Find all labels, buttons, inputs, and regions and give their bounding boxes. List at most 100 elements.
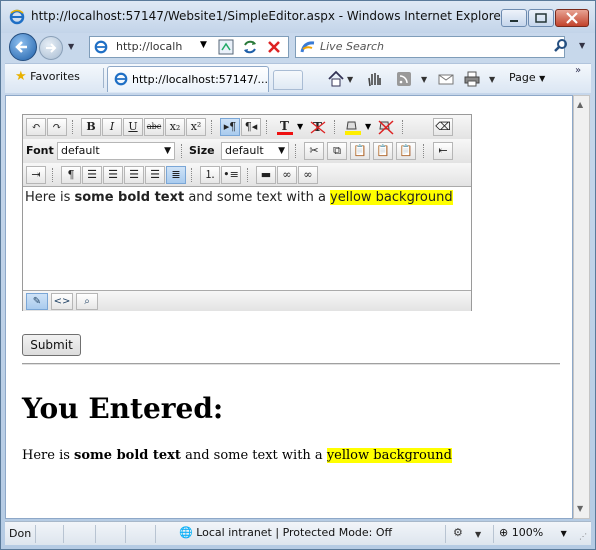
zoom-control[interactable]: ⊕ 100% ▼ <box>499 526 567 539</box>
align-right-icon: ☰ <box>129 168 139 181</box>
status-divider <box>35 525 36 543</box>
paragraph-mark-icon: ¶ <box>67 168 75 181</box>
submit-button[interactable]: Submit <box>22 334 81 356</box>
align-left-button[interactable]: ☰ <box>82 166 102 184</box>
close-button[interactable] <box>555 9 589 27</box>
size-select-value: default <box>225 144 264 157</box>
new-tab-button[interactable] <box>273 70 303 90</box>
paste-button[interactable]: 📋 <box>350 142 370 160</box>
subscript-button[interactable]: x₂ <box>165 118 185 136</box>
insert-link-button[interactable]: ∞ <box>277 166 297 184</box>
forward-button[interactable] <box>39 36 63 60</box>
html-code-icon: <> <box>53 296 71 307</box>
paste-text-icon: 📋 <box>376 144 390 157</box>
protected-mode-icon[interactable]: ⚙ <box>453 526 463 539</box>
stop-icon[interactable] <box>263 36 285 58</box>
font-select[interactable]: default ▼ <box>57 142 175 160</box>
print-dropdown-icon[interactable]: ▼ <box>489 75 495 84</box>
vertical-scrollbar[interactable]: ▲ ▼ <box>573 95 590 519</box>
hand-tool-icon[interactable] <box>365 70 383 88</box>
toolbar-separator <box>72 120 73 134</box>
rtl-direction-button[interactable]: ¶◂ <box>241 118 261 136</box>
undo-button[interactable]: ↶ <box>26 118 46 136</box>
remove-background-color-button[interactable] <box>376 118 396 136</box>
align-center-button[interactable]: ☰ <box>103 166 123 184</box>
status-bar: Don 🌐 Local intranet | Protected Mode: O… <box>5 521 591 545</box>
justify-button[interactable]: ☰ <box>145 166 165 184</box>
copy-icon: ⧉ <box>333 144 341 157</box>
preview-mode-button[interactable]: ⌕ <box>76 293 98 310</box>
page-menu[interactable]: Page ▼ <box>509 71 545 84</box>
status-divider <box>125 525 126 543</box>
read-mail-icon[interactable] <box>437 70 455 88</box>
protected-mode-dropdown-icon[interactable]: ▼ <box>475 530 481 539</box>
copy-button[interactable]: ⧉ <box>327 142 347 160</box>
home-dropdown-icon[interactable]: ▼ <box>347 75 353 84</box>
close-icon <box>566 12 578 24</box>
refresh-icon[interactable] <box>239 36 261 58</box>
remove-alignment-button[interactable]: ≣ <box>166 166 186 184</box>
decrease-indent-button[interactable]: ⇤ <box>433 142 453 160</box>
editor-toolbar-row-2: Font default ▼ Size default ▼ ✂ ⧉ 📋 📋 📋 <box>23 139 471 163</box>
remove-link-button[interactable]: ∞ <box>298 166 318 184</box>
superscript-button[interactable]: x² <box>186 118 206 136</box>
browser-tab[interactable]: http://localhost:57147/... <box>107 66 269 92</box>
increase-indent-button[interactable]: ⇥ <box>26 166 46 184</box>
redo-button[interactable]: ↷ <box>47 118 67 136</box>
scroll-up-icon[interactable]: ▲ <box>577 100 583 109</box>
maximize-button[interactable] <box>528 9 554 27</box>
resize-grip-icon[interactable]: ⋰ <box>579 532 587 541</box>
toolbar-separator <box>191 168 192 182</box>
ltr-direction-button[interactable]: ▸¶ <box>220 118 240 136</box>
print-icon[interactable] <box>463 70 481 88</box>
compatibility-icon[interactable] <box>215 36 237 58</box>
font-select-value: default <box>61 144 100 157</box>
favorites-button[interactable]: ★ Favorites <box>15 69 80 84</box>
align-right-button[interactable]: ☰ <box>124 166 144 184</box>
feeds-dropdown-icon[interactable]: ▼ <box>421 75 427 84</box>
editor-bold-text: some bold text <box>74 190 185 205</box>
search-box[interactable]: Live Search <box>295 36 565 58</box>
size-select[interactable]: default ▼ <box>221 142 289 160</box>
scroll-down-icon[interactable]: ▼ <box>577 504 583 513</box>
html-mode-button[interactable]: <> <box>51 293 73 310</box>
bullet-list-button[interactable]: •≡ <box>221 166 241 184</box>
search-options-dropdown-icon[interactable]: ▼ <box>579 41 585 50</box>
editor-toolbar-row-3: ⇥ ¶ ☰ ☰ ☰ ☰ ≣ ⒈ •≡ ▬ ∞ ∞ <box>23 163 471 187</box>
paste-word-button[interactable]: 📋 <box>396 142 416 160</box>
font-color-dropdown-icon[interactable]: ▼ <box>297 122 303 131</box>
horizontal-rule-button[interactable]: ▬ <box>256 166 276 184</box>
minimize-button[interactable] <box>501 9 527 27</box>
address-dropdown-icon[interactable]: ▼ <box>200 40 207 50</box>
paste-text-button[interactable]: 📋 <box>373 142 393 160</box>
compat-view-button[interactable] <box>129 36 151 58</box>
home-icon[interactable] <box>327 70 345 88</box>
zoom-level: 100% <box>511 526 544 539</box>
browser-window: http://localhost:57147/Website1/SimpleEd… <box>0 0 596 550</box>
bold-button[interactable]: B <box>81 118 101 136</box>
font-color-button[interactable]: T <box>275 118 295 136</box>
italic-icon: I <box>109 120 115 133</box>
clear-formatting-button[interactable]: ⌫ <box>433 118 453 136</box>
rtl-paragraph-icon: ¶◂ <box>244 120 258 133</box>
cut-button[interactable]: ✂ <box>304 142 324 160</box>
strikethrough-button[interactable]: abc <box>144 118 164 136</box>
underline-button[interactable]: U <box>123 118 143 136</box>
remove-font-color-button[interactable]: T <box>308 118 328 136</box>
background-color-button[interactable] <box>343 118 363 136</box>
italic-button[interactable]: I <box>102 118 122 136</box>
ordered-list-button[interactable]: ⒈ <box>200 166 220 184</box>
rss-feeds-icon[interactable] <box>395 70 413 88</box>
background-color-dropdown-icon[interactable]: ▼ <box>365 122 371 131</box>
back-button[interactable] <box>9 33 37 61</box>
editor-content-area[interactable]: Here is some bold text and some text wit… <box>23 188 471 290</box>
history-dropdown-icon[interactable]: ▼ <box>68 42 74 51</box>
more-toolbar-chevron-icon[interactable]: » <box>575 65 581 76</box>
zoom-icon: ⊕ <box>499 526 509 539</box>
search-icon[interactable] <box>553 38 569 54</box>
unlink-icon: ∞ <box>303 168 313 181</box>
design-mode-button[interactable]: ✎ <box>26 293 48 310</box>
paragraph-button[interactable]: ¶ <box>61 166 81 184</box>
security-zone[interactable]: 🌐 Local intranet | Protected Mode: Off <box>179 526 392 539</box>
page-favicon-icon <box>94 40 108 54</box>
